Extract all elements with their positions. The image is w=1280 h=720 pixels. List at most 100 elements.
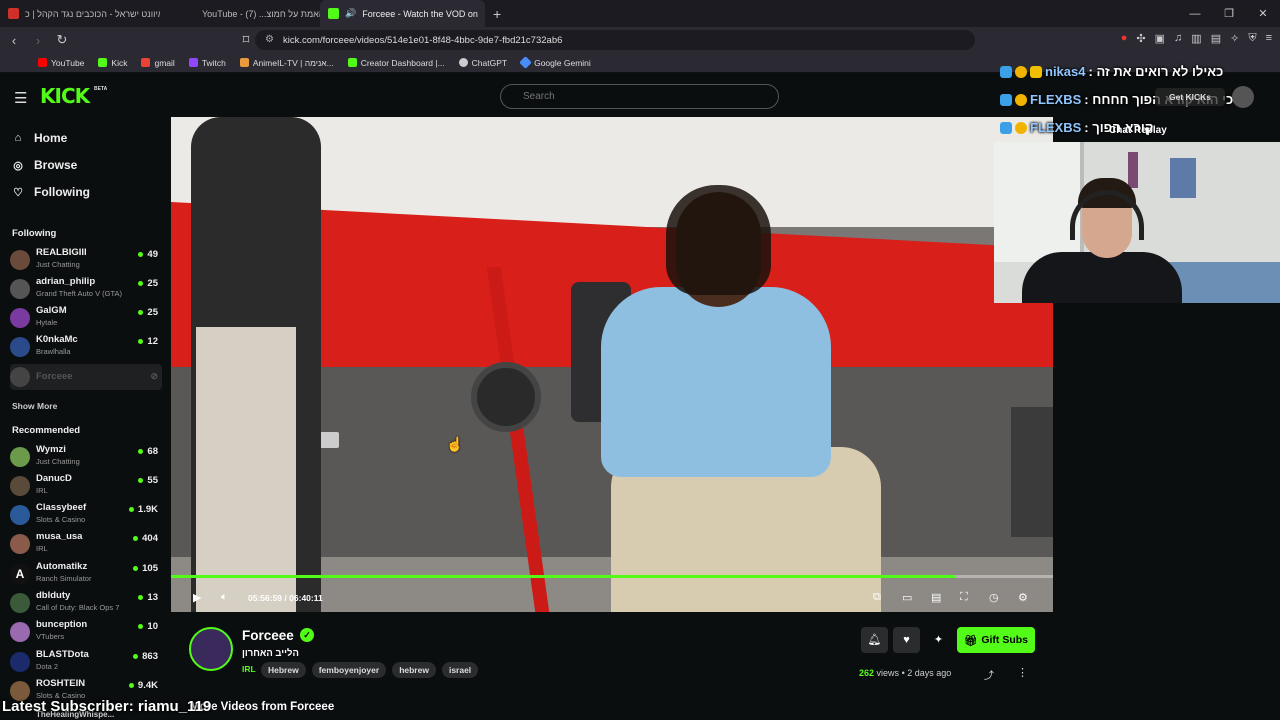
close-window-icon[interactable]: ✕ <box>1246 7 1280 20</box>
hamburger-menu-icon[interactable]: ☰ <box>14 89 27 107</box>
reload-icon[interactable]: ↻ <box>52 32 72 48</box>
channel-name[interactable]: Forceee <box>242 628 294 643</box>
record-icon[interactable]: ● <box>1121 32 1128 45</box>
recommended-heading: Recommended <box>12 425 81 436</box>
viewer-count: 25 <box>138 307 158 318</box>
sidebar-item-following[interactable]: ♡ Following <box>12 185 90 199</box>
url-field[interactable]: ⚙ kick.com/forceee/videos/514e1e01-8f48-… <box>255 30 975 50</box>
avatar <box>10 476 30 496</box>
bookmark-animeil[interactable]: AnimeIL-TV | אנימה... <box>239 58 334 68</box>
bookmark-twitch[interactable]: Twitch <box>188 58 226 68</box>
bookmark-kick[interactable]: Kick <box>98 58 127 68</box>
back-icon[interactable]: ‹ <box>4 33 24 48</box>
viewer-count-value: 863 <box>142 651 158 662</box>
user-avatar[interactable] <box>1232 86 1254 108</box>
boost-button[interactable]: ✦ <box>925 627 952 653</box>
wallet-icon[interactable]: ▤ <box>1211 32 1221 45</box>
sidebar-icon[interactable]: ▥ <box>1191 32 1201 45</box>
browser-tab[interactable]: איוונט ישראל - הכוכבים נגד הקהל | כ <box>0 0 160 27</box>
speed-icon[interactable]: ◷ <box>989 591 999 604</box>
miniplayer-icon[interactable]: ▭ <box>902 591 912 604</box>
sidebar-channel[interactable]: DanucD IRL 55 <box>10 473 162 499</box>
tag[interactable]: israel <box>441 662 479 678</box>
progress-bar[interactable] <box>171 575 1053 578</box>
bookmark-icon[interactable]: ⌑ <box>236 32 256 48</box>
viewer-count: 25 <box>138 278 158 289</box>
sidebar-channel[interactable]: bunception VTubers 10 <box>10 619 162 645</box>
theater-mode-icon[interactable]: ▤ <box>931 591 941 604</box>
sidebar-channel[interactable]: K0nkaMc Brawlhalla 12 <box>10 334 162 360</box>
get-kicks-button[interactable]: Get KICKs <box>1155 88 1225 106</box>
restore-icon[interactable]: ❐ <box>1212 7 1246 20</box>
webcam-frame <box>994 142 1084 262</box>
bookmark-chatgpt[interactable]: ChatGPT <box>458 58 507 68</box>
play-icon[interactable]: ▶ <box>193 591 201 604</box>
sidebar-channel[interactable]: Wymzi Just Chatting 68 <box>10 444 162 470</box>
gift-subs-button[interactable]: 🎁︎ Gift Subs <box>957 627 1035 653</box>
sidebar-channel[interactable]: GalGM Hytale 25 <box>10 305 162 331</box>
fullscreen-icon[interactable]: ⛶ <box>960 591 968 604</box>
show-more-button[interactable]: Show More <box>12 401 57 411</box>
search-input[interactable] <box>500 84 779 109</box>
share-icon[interactable]: ⤴ <box>984 667 994 682</box>
sidebar-channel[interactable]: REALBIGIII Just Chatting 49 <box>10 247 162 273</box>
shield-icon[interactable]: ⛨ <box>1248 32 1256 45</box>
browser-tab-active[interactable]: 🔊 Forceee - Watch the VOD on ✕ <box>320 0 485 27</box>
screenshot-icon[interactable]: ▣ <box>1155 32 1165 45</box>
video-player[interactable] <box>171 117 1053 612</box>
sidebar-channel[interactable]: Classybeef Slots & Casino 1.9K <box>10 502 162 528</box>
tag[interactable]: Hebrew <box>261 662 306 678</box>
volume-icon[interactable]: 🔈︎ <box>221 591 228 604</box>
player-controls: ▶ 🔈︎ 05:56:59 / 06:40:11 ⧉ ▭ ▤ ⛶ ◷ ⚙ <box>171 585 1053 611</box>
more-options-icon[interactable]: ⋮ <box>1017 666 1028 679</box>
sidebar-item-home[interactable]: ⌂ Home <box>12 131 68 145</box>
bookmark-gemini[interactable]: Google Gemini <box>519 56 591 69</box>
new-tab-button[interactable]: + <box>493 6 501 22</box>
bookmark-creator-dashboard[interactable]: Creator Dashboard |... <box>347 57 445 68</box>
category-link[interactable]: IRL <box>242 664 256 674</box>
browser-tab[interactable]: YouTube - האמת על חמוצ... (7) <box>160 0 320 27</box>
puzzle-icon[interactable]: ✣ <box>1136 32 1145 45</box>
sidebar-channel[interactable]: dblduty Call of Duty: Black Ops 7 13 <box>10 590 162 616</box>
viewer-count-value: 25 <box>147 307 158 318</box>
avatar <box>10 593 30 613</box>
settings-icon[interactable]: ⚙ <box>1018 591 1028 604</box>
bookmark-gmail[interactable]: gmail <box>141 58 175 68</box>
animeil-icon <box>239 58 249 67</box>
minimize-icon[interactable]: — <box>1178 8 1212 20</box>
bookmark-youtube[interactable]: YouTube <box>38 58 84 68</box>
bookmark-label: Creator Dashboard |... <box>360 57 445 68</box>
sparkle-icon[interactable]: ✧ <box>1230 32 1239 45</box>
music-icon[interactable]: ♫ <box>1174 32 1182 45</box>
tag[interactable]: femboyenjoyer <box>311 662 387 678</box>
viewer-count-value: 404 <box>142 533 158 544</box>
sidebar-item-browse[interactable]: ◎ Browse <box>12 158 77 172</box>
sidebar-item-label: Following <box>34 185 90 199</box>
sidebar-channel[interactable]: musa_usa IRL 404 <box>10 531 162 557</box>
sidebar-channel[interactable]: BLASTDota Dota 2 863 <box>10 649 162 675</box>
notification-bell-button[interactable]: 🔔︎ <box>861 627 888 653</box>
gift-icon: 🎁︎ <box>963 634 978 647</box>
site-info-icon[interactable]: ⚙ <box>265 34 274 45</box>
youtube-icon <box>38 58 47 67</box>
twitch-icon <box>188 58 198 67</box>
sidebar-channel[interactable]: A Automatikz Ranch Simulator 105 <box>10 561 162 587</box>
forward-icon[interactable]: › <box>28 33 48 48</box>
live-dot-icon <box>138 624 144 629</box>
follow-button[interactable]: ♥ <box>893 627 920 653</box>
sidebar-channel[interactable]: adrian_philip Grand Theft Auto V (GTA) 2… <box>10 276 162 302</box>
live-dot-icon <box>138 478 144 483</box>
menu-icon[interactable]: ≡ <box>1266 32 1272 45</box>
channel-category: VTubers <box>36 632 65 641</box>
clip-icon[interactable]: ⧉ <box>873 591 881 604</box>
chat-username: FLEXBS <box>1030 120 1082 135</box>
latest-subscriber-overlay: Latest Subscriber: riamu_119 <box>2 698 212 715</box>
close-tab-icon[interactable]: ✕ <box>484 7 485 20</box>
chat-message: nikas4 : כאילו לא רואים את זה <box>1000 64 1223 79</box>
viewer-count-value: 25 <box>147 278 158 289</box>
channel-avatar[interactable] <box>189 627 233 671</box>
kick-logo[interactable]: KICK <box>40 84 90 108</box>
current-time: 05:56:59 <box>248 593 283 603</box>
tag[interactable]: hebrew <box>392 662 436 678</box>
sidebar-channel-offline[interactable]: Forceee ⊘ <box>10 364 162 390</box>
